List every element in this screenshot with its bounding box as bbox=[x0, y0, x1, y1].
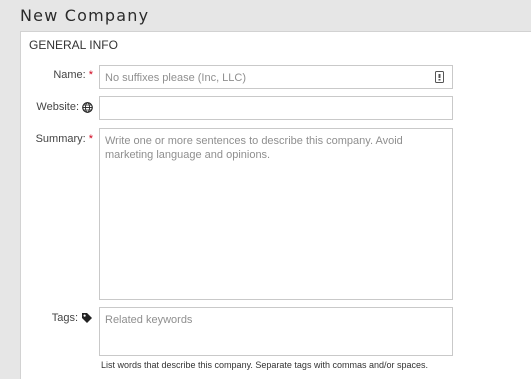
tags-placeholder: Related keywords bbox=[105, 314, 193, 326]
summary-label-text: Summary: bbox=[35, 133, 86, 145]
summary-required-mark: * bbox=[88, 133, 93, 145]
tags-label: Tags: bbox=[52, 312, 93, 324]
name-label-text: Name: bbox=[53, 69, 86, 81]
name-placeholder: No suffixes please (Inc, LLC) bbox=[105, 72, 247, 84]
summary-placeholder: Write one or more sentences to describe … bbox=[105, 135, 403, 161]
tag-icon bbox=[81, 312, 93, 324]
tags-input[interactable]: Related keywords bbox=[99, 307, 453, 356]
keyboard-icon[interactable] bbox=[435, 71, 444, 83]
section-title: GENERAL INFO bbox=[29, 38, 118, 52]
website-label: Website: bbox=[36, 101, 93, 113]
tags-label-text: Tags: bbox=[51, 312, 78, 324]
website-input[interactable] bbox=[99, 96, 453, 120]
name-input[interactable]: No suffixes please (Inc, LLC) bbox=[99, 65, 453, 89]
globe-icon bbox=[82, 101, 93, 113]
tags-hint: List words that describe this company. S… bbox=[101, 360, 428, 370]
summary-textarea[interactable]: Write one or more sentences to describe … bbox=[99, 128, 453, 300]
name-label: Name: * bbox=[53, 69, 93, 81]
page-title: New Company bbox=[20, 6, 150, 25]
summary-label: Summary: * bbox=[36, 133, 93, 145]
name-required-mark: * bbox=[88, 69, 93, 81]
website-label-text: Website: bbox=[36, 101, 79, 113]
general-info-panel: GENERAL INFO Name: * No suffixes please … bbox=[20, 31, 531, 379]
